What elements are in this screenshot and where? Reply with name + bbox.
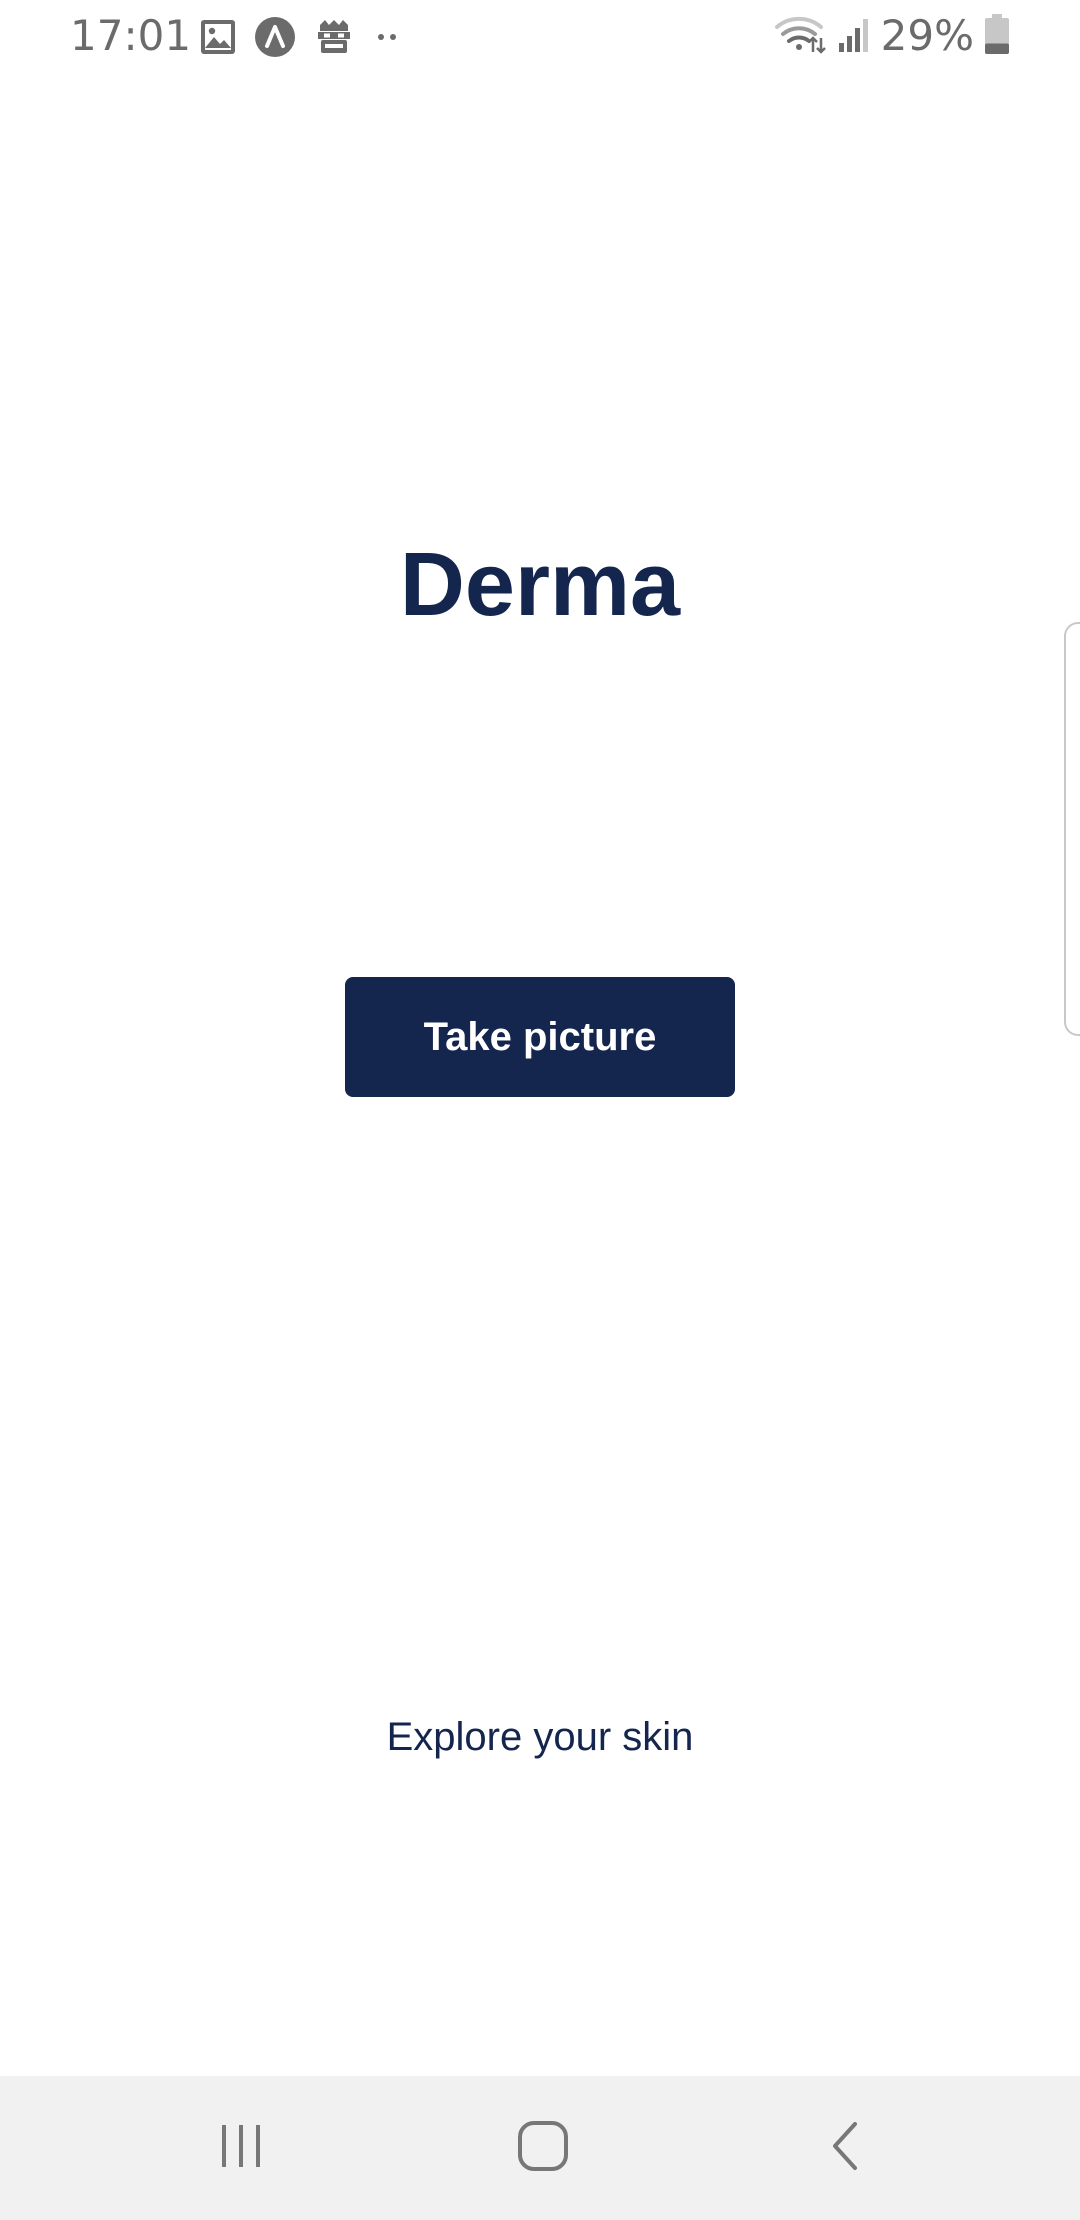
take-picture-button[interactable]: Take picture [345,977,735,1097]
recents-button[interactable] [186,2098,296,2198]
edge-panel-handle[interactable] [1064,622,1080,1036]
navigation-arrow-icon [254,16,296,58]
app-title: Derma [399,535,681,635]
navigation-bar [0,2076,1080,2220]
recents-icon [216,2121,266,2176]
gallery-icon [200,19,236,55]
tagline: Explore your skin [386,1715,694,1759]
status-time: 17:01 [70,11,192,60]
system-status-icons: 29% [774,11,1010,60]
home-button[interactable] [488,2098,598,2198]
battery-icon [984,13,1010,60]
wifi-icon [774,14,827,59]
notification-icons [200,16,402,58]
signal-icon [837,15,871,58]
robot-icon [314,17,354,57]
battery-percentage: 29% [880,11,974,60]
back-icon [825,2119,865,2178]
more-notifications-icon [372,19,402,55]
home-icon [516,2119,570,2178]
app-screen: 17:01 29% Derma Take picture Explore you… [0,0,1080,2220]
back-button[interactable] [790,2098,900,2198]
status-bar: 17:01 29% [0,0,1080,76]
